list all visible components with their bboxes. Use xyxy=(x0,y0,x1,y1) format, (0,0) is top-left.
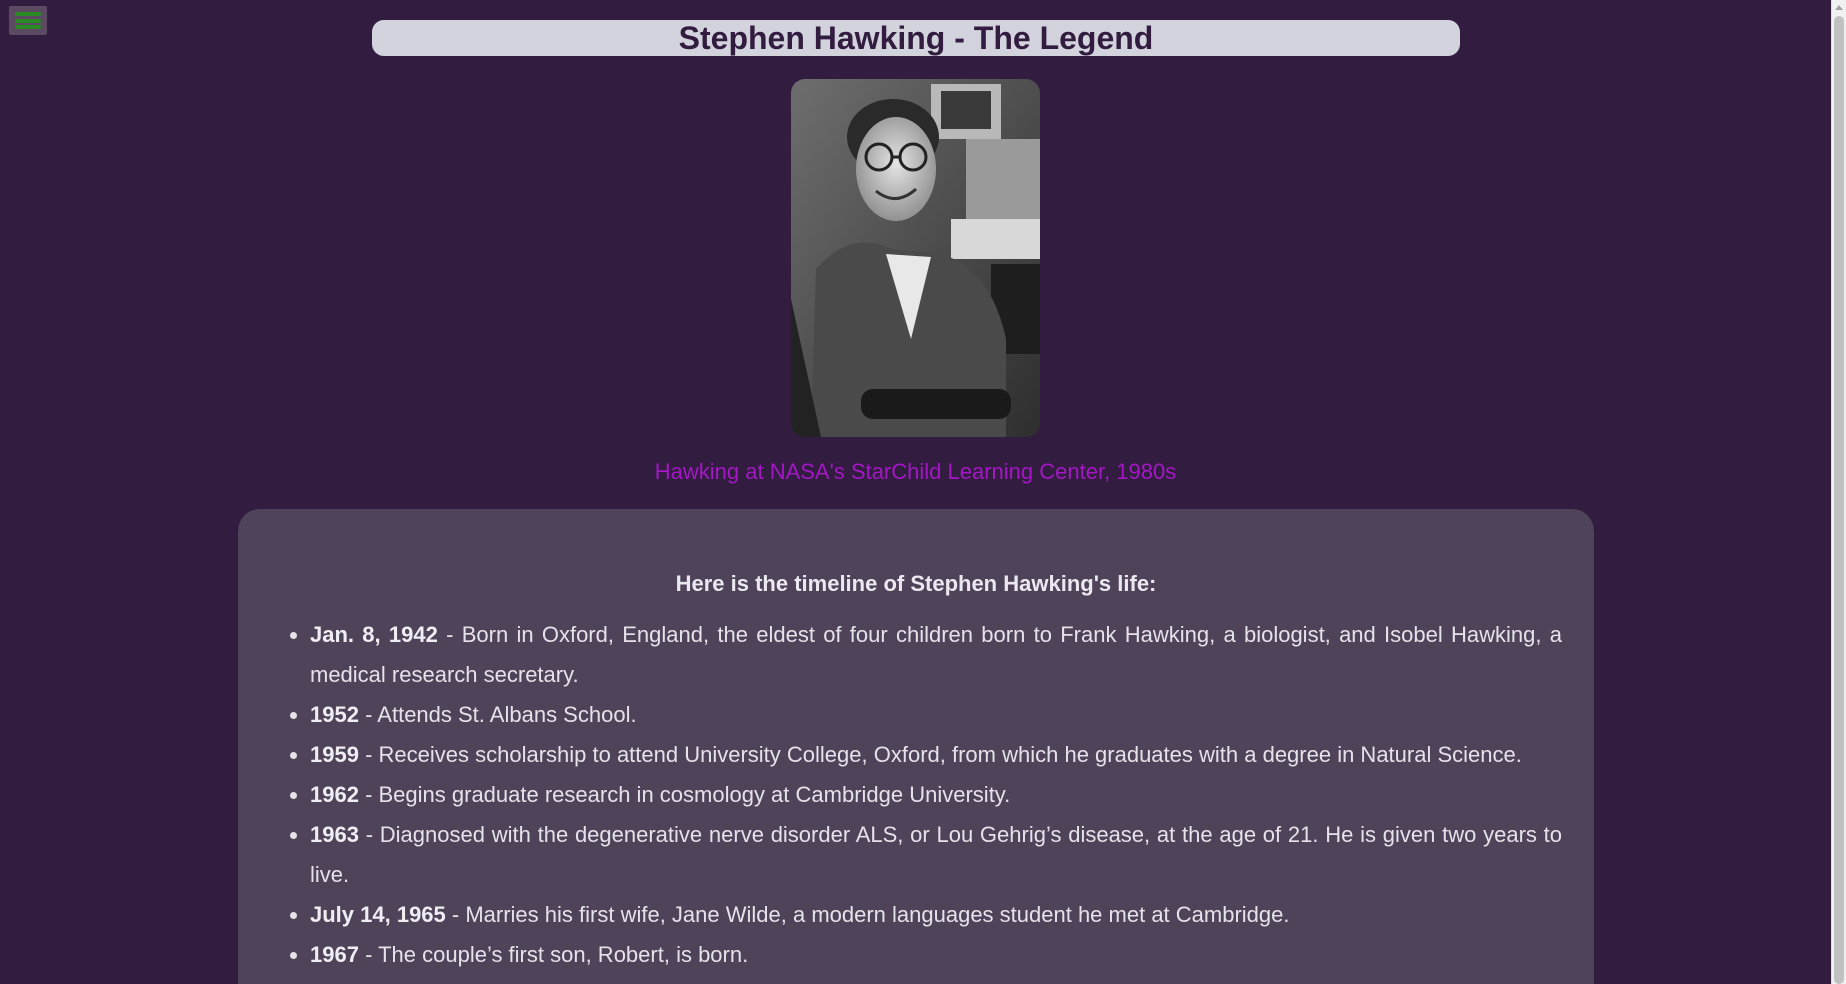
menu-bar-bottom xyxy=(15,25,41,29)
timeline-text: - Marries his first wife, Jane Wilde, a … xyxy=(445,902,1290,927)
menu-bar-top xyxy=(15,12,41,16)
vertical-scrollbar[interactable] xyxy=(1831,0,1846,984)
menu-bar-middle xyxy=(15,18,41,23)
timeline-item: July 14, 1965 - Marries his first wife, … xyxy=(310,895,1562,935)
timeline-heading: Here is the timeline of Stephen Hawking'… xyxy=(675,571,1157,596)
timeline-text: - The couple’s first son, Robert, is bor… xyxy=(358,942,749,967)
timeline-date: 1952 xyxy=(310,702,359,727)
timeline-item: 1959 - Receives scholarship to attend Un… xyxy=(310,735,1562,775)
timeline-date: 1959 xyxy=(310,742,359,767)
page-title: Stephen Hawking - The Legend xyxy=(678,20,1154,56)
timeline-card: Here is the timeline of Stephen Hawking'… xyxy=(238,509,1594,984)
hawking-portrait-photo xyxy=(791,79,1040,437)
timeline-text: - Diagnosed with the degenerative nerve … xyxy=(310,822,1562,887)
timeline-date: 1967 xyxy=(310,942,359,967)
timeline-date: Jan. 8, 1942 xyxy=(310,622,438,647)
timeline-list: Jan. 8, 1942 - Born in Oxford, England, … xyxy=(270,615,1562,975)
timeline-text: - Begins graduate research in cosmology … xyxy=(358,782,1011,807)
timeline-item: Jan. 8, 1942 - Born in Oxford, England, … xyxy=(310,615,1562,695)
timeline-date: July 14, 1965 xyxy=(310,902,446,927)
timeline-item: 1967 - The couple’s first son, Robert, i… xyxy=(310,935,1562,975)
timeline-text: - Attends St. Albans School. xyxy=(358,702,637,727)
timeline-item: 1952 - Attends St. Albans School. xyxy=(310,695,1562,735)
timeline-date: 1962 xyxy=(310,782,359,807)
hamburger-menu-button[interactable] xyxy=(9,6,47,35)
timeline-text: - Receives scholarship to attend Univers… xyxy=(358,742,1522,767)
scroll-up-arrow-icon[interactable] xyxy=(1835,5,1843,10)
timeline-date: 1963 xyxy=(310,822,359,847)
photo-caption: Hawking at NASA's StarChild Learning Cen… xyxy=(654,459,1177,484)
title-banner: Stephen Hawking - The Legend xyxy=(372,20,1460,56)
timeline-item: 1962 - Begins graduate research in cosmo… xyxy=(310,775,1562,815)
scrollbar-thumb[interactable] xyxy=(1834,16,1844,984)
timeline-text: - Born in Oxford, England, the eldest of… xyxy=(310,622,1562,687)
timeline-item: 1963 - Diagnosed with the degenerative n… xyxy=(310,815,1562,895)
